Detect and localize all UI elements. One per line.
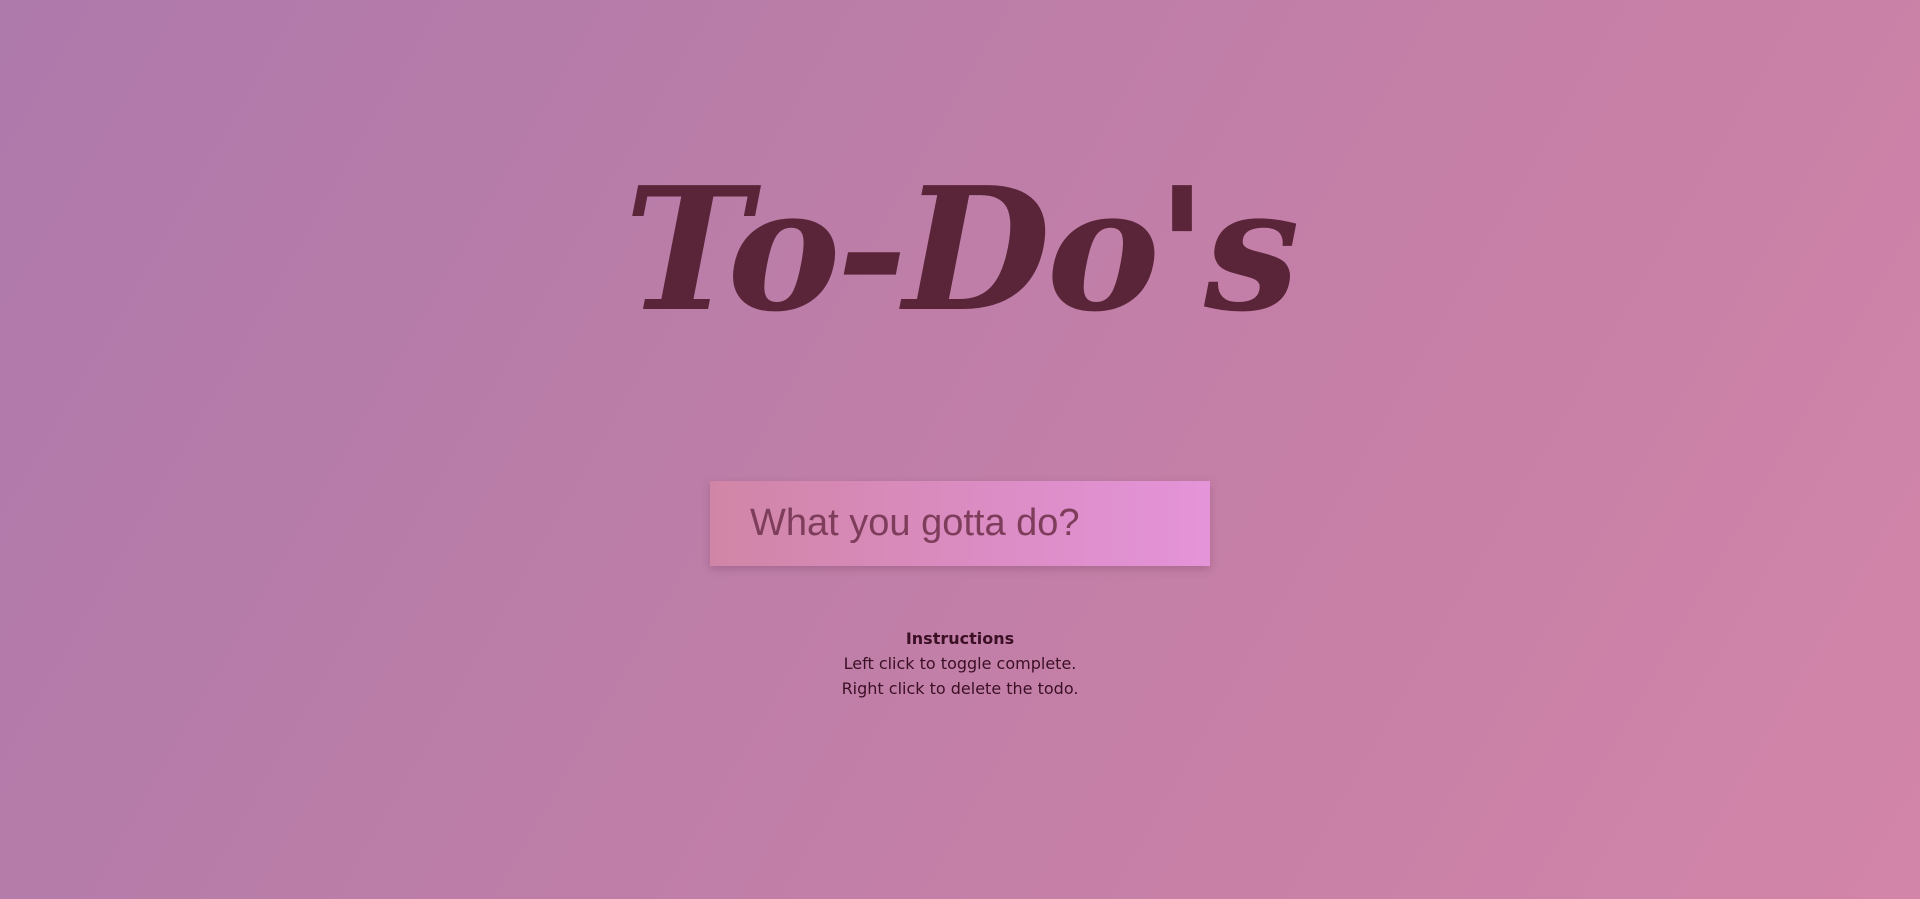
page-title: To-Do's bbox=[624, 150, 1300, 350]
instructions-panel: Instructions Left click to toggle comple… bbox=[0, 626, 1920, 701]
instructions-line-toggle: Left click to toggle complete. bbox=[843, 654, 1077, 673]
todo-app: To-Do's Instructions Left click to toggl… bbox=[0, 0, 1920, 899]
instructions-line-delete: Right click to delete the todo. bbox=[841, 679, 1079, 698]
todo-input[interactable] bbox=[710, 481, 1210, 566]
instructions-heading: Instructions bbox=[905, 629, 1015, 648]
